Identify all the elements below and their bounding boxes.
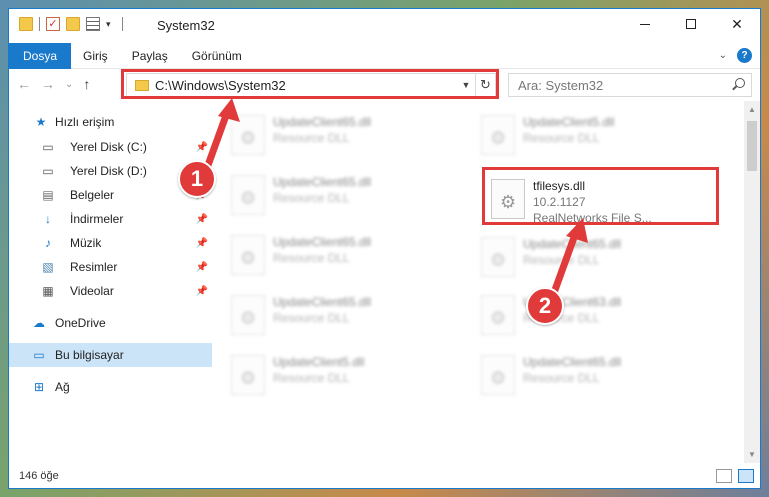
arrow-1-shaft [203, 106, 232, 172]
arrow-2-head [566, 218, 588, 243]
step-marker-1: 1 [178, 160, 216, 198]
step-marker-2: 2 [526, 287, 564, 325]
annotation-arrows [203, 98, 588, 294]
arrow-2-shaft [551, 228, 580, 294]
